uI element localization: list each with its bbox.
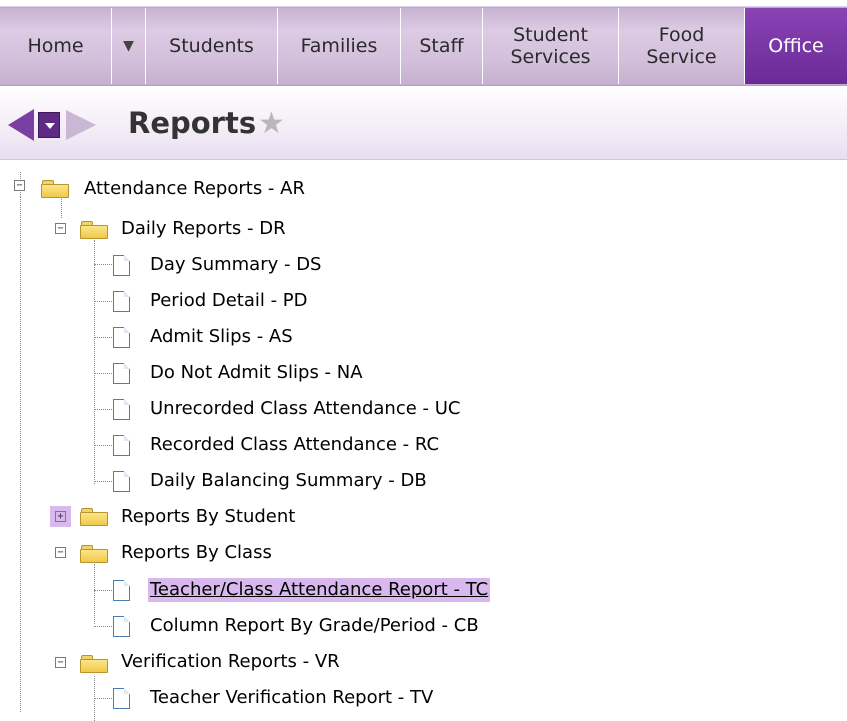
report-link-day-summary[interactable]: Day Summary - DS — [150, 253, 321, 277]
tab-food-service[interactable]: Food Service — [619, 8, 745, 84]
tree-item-verification-reports[interactable]: Verification Reports - VR — [121, 650, 340, 674]
tree-line — [94, 445, 112, 446]
expander-reports-by-student[interactable]: + — [55, 511, 66, 522]
expander-attendance-reports[interactable]: − — [14, 180, 25, 191]
folder-icon — [41, 179, 71, 199]
report-link-teacher-verification-report[interactable]: Teacher Verification Report - TV — [150, 686, 433, 710]
folder-icon — [80, 507, 110, 527]
tree-item-reports-by-class[interactable]: Reports By Class — [121, 541, 272, 565]
document-icon — [113, 327, 130, 348]
tree-line — [94, 337, 112, 338]
report-link-do-not-admit-slips[interactable]: Do Not Admit Slips - NA — [150, 361, 363, 385]
report-tree: − Attendance Reports - AR − Daily Report… — [0, 160, 847, 721]
tree-line — [61, 196, 62, 218]
document-icon — [113, 471, 130, 492]
document-icon — [113, 580, 130, 601]
tree-line — [94, 590, 112, 591]
menu-dropdown-icon[interactable] — [38, 112, 60, 138]
tab-student-services-line1: Student — [513, 24, 588, 46]
folder-icon — [80, 544, 110, 564]
report-link-recorded-class-attendance[interactable]: Recorded Class Attendance - RC — [150, 433, 439, 457]
document-icon — [113, 435, 130, 456]
top-nav: Home ▼ Students Families Staff Student S… — [0, 0, 847, 86]
tab-food-service-line1: Food — [658, 24, 705, 46]
tab-office[interactable]: Office — [745, 8, 847, 84]
document-icon — [113, 399, 130, 420]
tree-item-daily-reports[interactable]: Daily Reports - DR — [121, 217, 286, 241]
tree-line — [94, 301, 112, 302]
tree-line — [94, 626, 112, 627]
star-icon[interactable]: ★ — [258, 108, 285, 140]
report-link-unrecorded-class-attendance[interactable]: Unrecorded Class Attendance - UC — [150, 397, 461, 421]
tab-home-dropdown[interactable]: ▼ — [112, 8, 146, 84]
page-title: Reports — [128, 106, 257, 140]
document-icon — [113, 291, 130, 312]
expander-verification-reports[interactable]: − — [55, 657, 66, 668]
report-link-column-report-by-grade-period[interactable]: Column Report By Grade/Period - CB — [150, 614, 479, 638]
tab-home[interactable]: Home — [0, 8, 112, 84]
forward-arrow-icon[interactable] — [66, 110, 96, 140]
back-arrow-icon[interactable] — [8, 109, 34, 141]
tree-line — [20, 196, 21, 712]
tree-line — [94, 409, 112, 410]
report-link-teacher-class-attendance[interactable]: Teacher/Class Attendance Report - TC — [148, 578, 491, 602]
tree-line — [94, 698, 112, 699]
document-icon — [113, 363, 130, 384]
tree-line — [94, 481, 112, 482]
report-link-period-detail[interactable]: Period Detail - PD — [150, 289, 308, 313]
report-link-admit-slips[interactable]: Admit Slips - AS — [150, 325, 293, 349]
document-icon — [113, 688, 130, 709]
expander-reports-by-class[interactable]: − — [55, 547, 66, 558]
folder-icon — [80, 220, 110, 240]
tree-line — [94, 240, 95, 484]
tree-line — [94, 373, 112, 374]
tab-students[interactable]: Students — [146, 8, 278, 84]
document-icon — [113, 616, 130, 637]
tree-item-attendance-reports[interactable]: Attendance Reports - AR — [84, 177, 305, 201]
tab-food-service-line2: Service — [646, 46, 717, 68]
tab-families[interactable]: Families — [278, 8, 401, 84]
tab-student-services-line2: Services — [510, 46, 591, 68]
tree-line — [94, 564, 95, 624]
folder-icon — [80, 654, 110, 674]
tab-staff[interactable]: Staff — [401, 8, 483, 84]
tree-item-reports-by-student[interactable]: Reports By Student — [121, 505, 295, 529]
expander-daily-reports[interactable]: − — [55, 223, 66, 234]
tree-line — [94, 264, 112, 265]
tab-student-services[interactable]: Student Services — [483, 8, 619, 84]
document-icon — [113, 255, 130, 276]
report-link-daily-balancing-summary[interactable]: Daily Balancing Summary - DB — [150, 469, 427, 493]
